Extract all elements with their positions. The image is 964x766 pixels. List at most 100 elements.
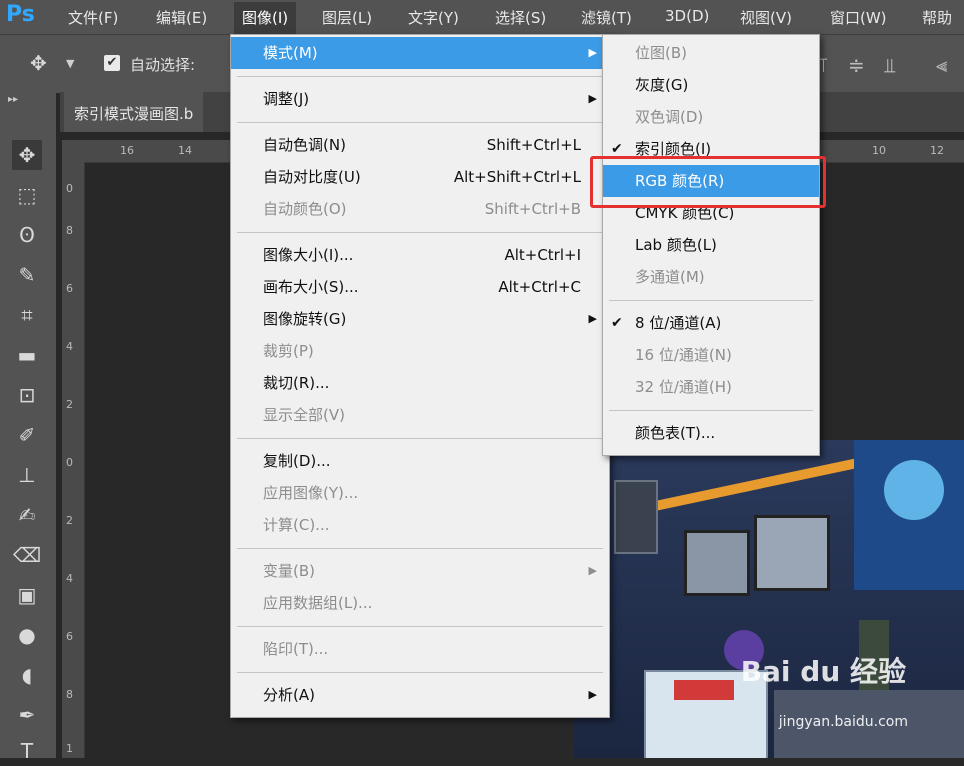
menu-image[interactable]: 图像(I): [234, 2, 297, 34]
ruler-label: 0: [66, 456, 73, 469]
submenu-arrow-icon: ▶: [588, 564, 597, 577]
healing-tool-icon[interactable]: ⊡: [12, 380, 42, 410]
pen-tool-icon[interactable]: ✒: [12, 700, 42, 730]
menu-file[interactable]: 文件(F): [68, 7, 118, 28]
menu-item: 16 位/通道(N): [603, 339, 819, 371]
menu-item[interactable]: 调整(J) ▶: [231, 83, 609, 115]
menu-item[interactable]: 图像大小(I)... Alt+Ctrl+I: [231, 239, 609, 271]
menu-layer[interactable]: 图层(L): [322, 7, 372, 28]
menu-item-label: 调整(J): [263, 90, 310, 108]
menu-separator: [609, 410, 813, 411]
ruler-label: 2: [66, 398, 73, 411]
align-bottom-icon[interactable]: ⫫: [884, 53, 895, 77]
ruler-label: 4: [66, 572, 73, 585]
menu-item: 双色调(D): [603, 101, 819, 133]
gradient-tool-icon[interactable]: ▣: [12, 580, 42, 610]
menu-item[interactable]: 模式(M) ▶: [231, 37, 609, 69]
menu-item-label: 变量(B): [263, 562, 315, 580]
align-left-icon[interactable]: ⫷: [936, 53, 947, 77]
menu-item-label: 位图(B): [635, 44, 687, 62]
menu-type[interactable]: 文字(Y): [408, 7, 459, 28]
menu-item-label: Lab 颜色(L): [635, 236, 717, 254]
ruler-label: 8: [66, 224, 73, 237]
menu-separator: [237, 672, 603, 673]
menu-item[interactable]: 颜色表(T)...: [603, 417, 819, 449]
ruler-label: 6: [66, 282, 73, 295]
photoshop-logo: Ps: [6, 2, 35, 27]
menu-item-label: 应用图像(Y)...: [263, 484, 359, 502]
menu-item-label: 复制(D)...: [263, 452, 331, 470]
ruler-label: 0: [66, 182, 73, 195]
brush-tool-icon[interactable]: ✐: [12, 420, 42, 450]
move-tool-icon[interactable]: ✥: [30, 51, 47, 75]
crop-tool-icon[interactable]: ⌗: [12, 300, 42, 330]
menu-item-label: 画布大小(S)...: [263, 278, 359, 296]
menu-item: 裁剪(P): [231, 335, 609, 367]
menu-separator: [237, 626, 603, 627]
menu-item[interactable]: 自动对比度(U) Alt+Shift+Ctrl+L: [231, 161, 609, 193]
ruler-label: 14: [178, 144, 192, 157]
ruler-tool-icon[interactable]: ▬: [12, 340, 42, 370]
auto-select-label: 自动选择:: [130, 56, 196, 74]
menu-item[interactable]: 分析(A) ▶: [231, 679, 609, 711]
menu-item-label: 多通道(M): [635, 268, 705, 286]
menu-item-label: 32 位/通道(H): [635, 378, 732, 396]
chevron-down-icon[interactable]: ▼: [66, 57, 74, 70]
menu-edit[interactable]: 编辑(E): [156, 7, 207, 28]
menu-item: 显示全部(V): [231, 399, 609, 431]
menu-item[interactable]: Lab 颜色(L): [603, 229, 819, 261]
menu-item-shortcut: Shift+Ctrl+B: [484, 200, 581, 218]
menu-select[interactable]: 选择(S): [495, 7, 546, 28]
ruler-label: 1: [66, 742, 73, 755]
menu-help[interactable]: 帮助: [922, 7, 952, 28]
menu-item: 陷印(T)...: [231, 633, 609, 665]
menu-item[interactable]: 自动色调(N) Shift+Ctrl+L: [231, 129, 609, 161]
menu-item-label: 显示全部(V): [263, 406, 345, 424]
menu-item[interactable]: 画布大小(S)... Alt+Ctrl+C: [231, 271, 609, 303]
menu-view[interactable]: 视图(V): [740, 7, 792, 28]
align-middle-icon[interactable]: ≑: [848, 53, 865, 77]
menu-filter[interactable]: 滤镜(T): [581, 7, 632, 28]
menu-item[interactable]: 灰度(G): [603, 69, 819, 101]
menu-item: 计算(C)...: [231, 509, 609, 541]
ruler-label: 2: [66, 514, 73, 527]
menu-separator: [237, 122, 603, 123]
eraser-tool-icon[interactable]: ⌫: [12, 540, 42, 570]
document-tab[interactable]: 索引模式漫画图.b: [64, 92, 204, 132]
menu-item-label: 模式(M): [263, 44, 318, 62]
dodge-tool-icon[interactable]: ◖: [12, 660, 42, 690]
menu-item-label: 16 位/通道(N): [635, 346, 732, 364]
quick-select-tool-icon[interactable]: ✎: [12, 260, 42, 290]
menu-item-shortcut: Shift+Ctrl+L: [486, 136, 581, 154]
menu-item-label: 裁切(R)...: [263, 374, 330, 392]
image-menu: 模式(M) ▶ 调整(J) ▶ 自动色调(N) Shift+Ctrl+L 自动对比度(U) A…: [230, 34, 610, 718]
menu-item-label: 自动颜色(O): [263, 200, 347, 218]
submenu-arrow-icon: ▶: [588, 688, 597, 701]
auto-select-checkbox[interactable]: ✔: [104, 55, 120, 71]
annotation-highlight-box: [590, 156, 826, 208]
blur-tool-icon[interactable]: ●: [12, 620, 42, 650]
menu-item[interactable]: ✔ 8 位/通道(A): [603, 307, 819, 339]
ruler-label: 12: [930, 144, 944, 157]
text-tool-icon[interactable]: T: [12, 736, 42, 766]
menu-3d[interactable]: 3D(D): [665, 7, 709, 25]
menu-item-label: 裁剪(P): [263, 342, 314, 360]
vertical-ruler: 0 8 6 4 2 0 2 4 6 8 1: [62, 162, 85, 758]
menu-item: 自动颜色(O) Shift+Ctrl+B: [231, 193, 609, 225]
menu-item-label: 应用数据组(L)...: [263, 594, 373, 612]
menu-separator: [237, 548, 603, 549]
menu-item[interactable]: 图像旋转(G) ▶: [231, 303, 609, 335]
history-brush-tool-icon[interactable]: ✍: [12, 500, 42, 530]
menu-item: 位图(B): [603, 37, 819, 69]
ruler-label: 8: [66, 688, 73, 701]
lasso-tool-icon[interactable]: ʘ: [12, 220, 42, 250]
menu-window[interactable]: 窗口(W): [830, 7, 887, 28]
move-tool-icon[interactable]: ✥: [12, 140, 42, 170]
stamp-tool-icon[interactable]: ⊥: [12, 460, 42, 490]
marquee-tool-icon[interactable]: ⬚: [12, 180, 42, 210]
ruler-label: 6: [66, 630, 73, 643]
menu-item: 变量(B) ▶: [231, 555, 609, 587]
menu-item[interactable]: 裁切(R)...: [231, 367, 609, 399]
collapse-icon[interactable]: ▸▸: [8, 94, 18, 105]
menu-item[interactable]: 复制(D)...: [231, 445, 609, 477]
